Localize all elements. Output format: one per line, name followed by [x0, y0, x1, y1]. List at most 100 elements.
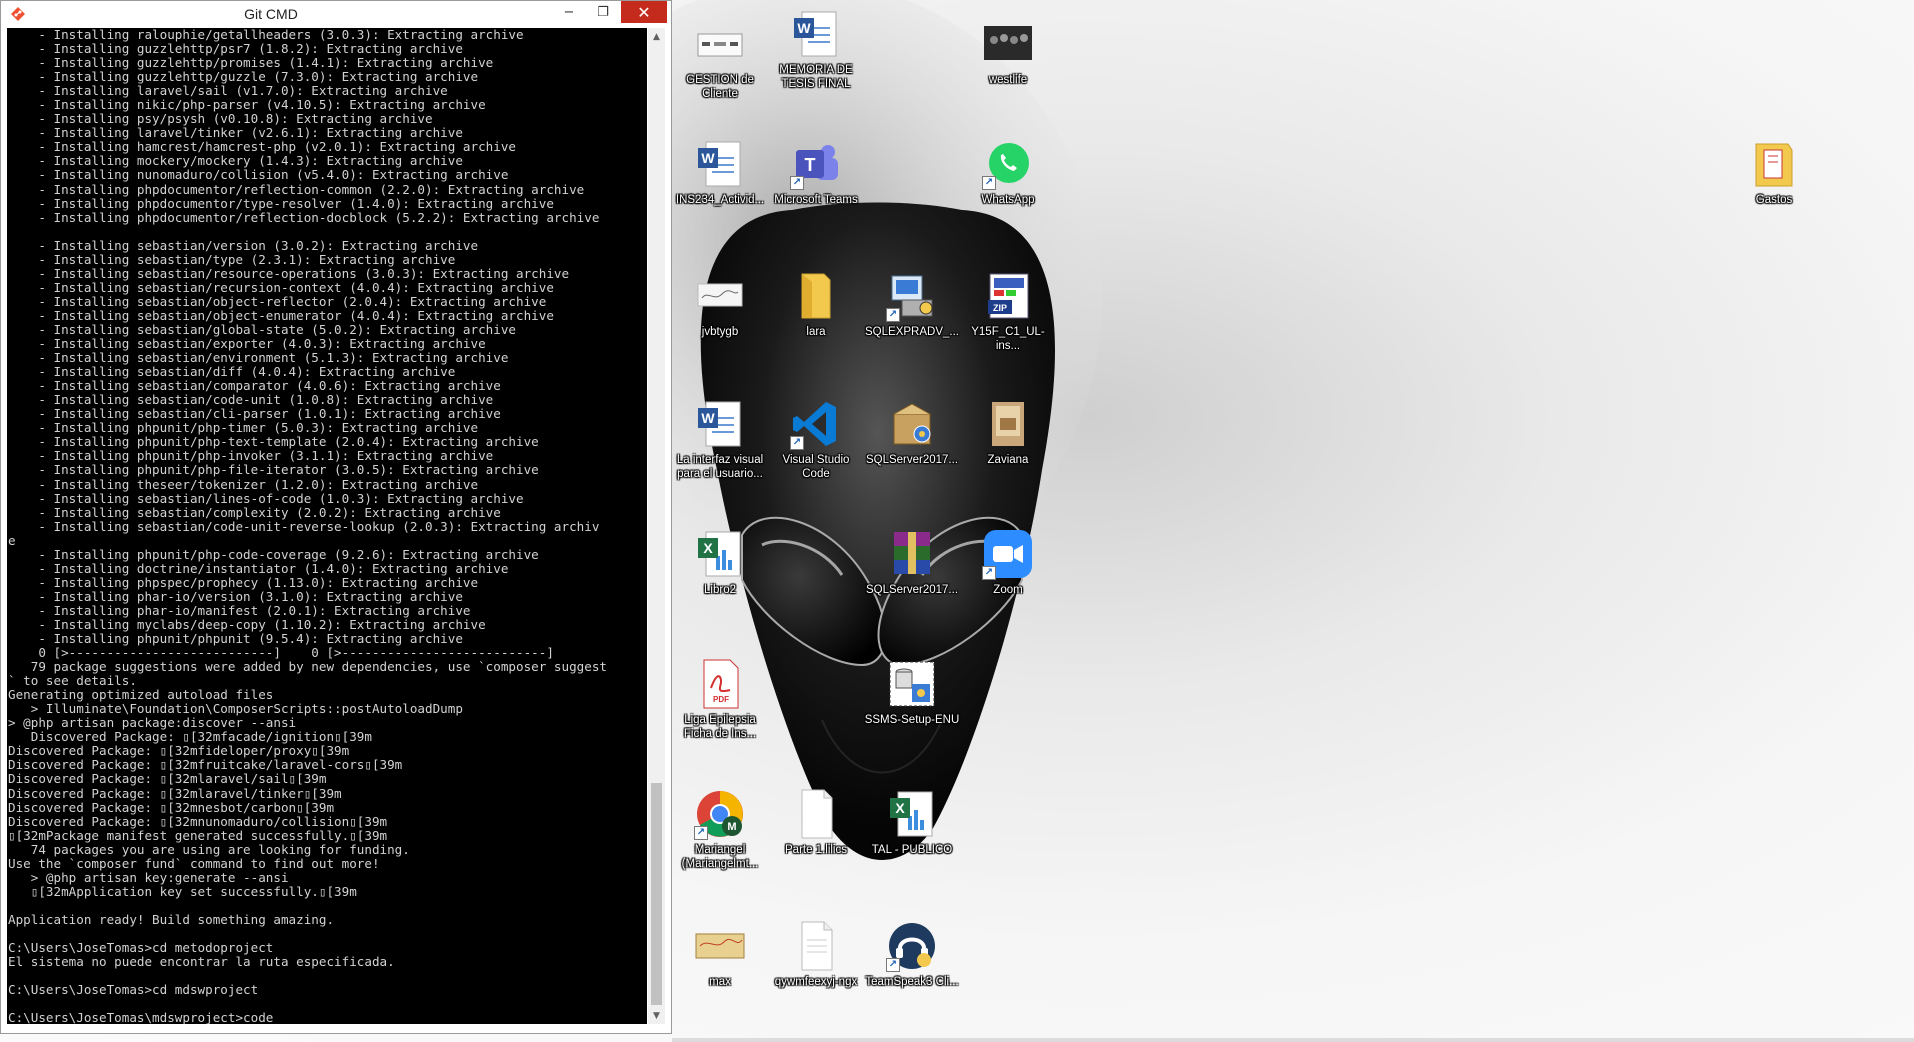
- taskbar-edge: [672, 1038, 1914, 1042]
- pdf-document-icon: PDF: [694, 658, 746, 710]
- installer-icon: ↗: [886, 270, 938, 322]
- desktop-icon-sqlserver2017-b[interactable]: SQLServer2017...: [864, 528, 960, 597]
- desktop-icon-label: MEMORIA DE TESIS FINAL: [779, 64, 853, 90]
- svg-text:W: W: [701, 150, 715, 166]
- desktop-icon-jvbtygb[interactable]: jvbtygb: [672, 270, 768, 339]
- shortcut-arrow-icon: ↗: [982, 176, 996, 190]
- desktop-icon-teamspeak3[interactable]: ↗ TeamSpeak3 Cli...: [864, 920, 960, 989]
- desktop-icon-memoria-de-tesis[interactable]: W MEMORIA DE TESIS FINAL: [768, 8, 864, 91]
- excel-document-icon: X: [694, 528, 746, 580]
- scroll-thumb[interactable]: [651, 783, 662, 1005]
- desktop-icon-westlife[interactable]: westlife: [960, 18, 1056, 87]
- svg-text:W: W: [797, 20, 811, 36]
- desktop-icon-label: Microsoft Teams: [774, 194, 858, 206]
- setup-box-icon: [886, 398, 938, 450]
- desktop-icon-label: SQLEXPRADV_...: [865, 326, 959, 338]
- scroll-down-arrow-icon[interactable]: ▼: [648, 1007, 665, 1024]
- close-button[interactable]: ✕: [621, 1, 667, 23]
- terminal-output[interactable]: - Installing ralouphie/getallheaders (3.…: [7, 28, 647, 1024]
- minimize-button[interactable]: −: [553, 1, 585, 23]
- word-document-icon: W: [694, 398, 746, 450]
- desktop-icon-whatsapp[interactable]: ↗ WhatsApp: [960, 138, 1056, 207]
- word-document-icon: W: [694, 138, 746, 190]
- desktop-icon-label: INS234_Activid...: [675, 194, 765, 206]
- winrar-archive-icon: [886, 528, 938, 580]
- git-cmd-window[interactable]: Git CMD − ❐ ✕ - Installing ralouphie/get…: [0, 0, 672, 1034]
- desktop-icon-zoom[interactable]: ↗ Zoom: [960, 528, 1056, 597]
- svg-text:X: X: [895, 800, 905, 816]
- blank-document-icon: [790, 920, 842, 972]
- desktop-icon-visual-studio-code[interactable]: ↗ Visual Studio Code: [768, 398, 864, 481]
- desktop-icon-label: Visual Studio Code: [782, 454, 850, 480]
- whatsapp-icon: ↗: [982, 138, 1034, 190]
- desktop-icon-gastos[interactable]: Gastos: [1726, 138, 1822, 207]
- desktop-icon-label: TAL - PUBLICO: [871, 844, 953, 856]
- teamspeak-icon: ↗: [886, 920, 938, 972]
- word-document-icon: W: [790, 8, 842, 60]
- vscode-icon: ↗: [790, 398, 842, 450]
- maximize-button[interactable]: ❐: [587, 1, 619, 23]
- shortcut-arrow-icon: ↗: [790, 176, 804, 190]
- desktop-icon-zaviana[interactable]: Zaviana: [960, 398, 1056, 467]
- scroll-up-arrow-icon[interactable]: ▲: [648, 28, 665, 45]
- desktop-icon-label: La interfaz visual para el usuario...: [676, 454, 764, 480]
- svg-text:ZIP: ZIP: [993, 303, 1007, 313]
- desktop-icon-label: westlife: [988, 74, 1028, 86]
- desktop-icon-label: Y15F_C1_UL-ins...: [971, 326, 1045, 352]
- chrome-icon: M ↗: [694, 788, 746, 840]
- desktop-icon-label: Zoom: [993, 584, 1023, 596]
- svg-text:PDF: PDF: [713, 695, 729, 704]
- image-thumbnail-icon: [694, 270, 746, 322]
- zip-archive-icon: ZIP: [982, 270, 1034, 322]
- desktop-icon-label: WhatsApp: [981, 194, 1035, 206]
- svg-text:T: T: [805, 155, 816, 175]
- zoom-icon: ↗: [982, 528, 1034, 580]
- desktop-icon-label: qywmfeexyj-ngx: [774, 976, 858, 988]
- shortcut-arrow-icon: ↗: [982, 566, 996, 580]
- desktop-icon-gestion-de-cliente[interactable]: GESTION de Cliente: [672, 18, 768, 101]
- desktop-icon-mariangel-chrome[interactable]: M ↗ Mariangel (Mariangelmt...: [672, 788, 768, 871]
- desktop-icon-la-interfaz-visual[interactable]: W La interfaz visual para el usuario...: [672, 398, 768, 481]
- svg-text:W: W: [701, 410, 715, 426]
- folder-icon: [790, 270, 842, 322]
- desktop-icon-label: GESTION de Cliente: [686, 74, 754, 100]
- desktop-icon-qywmfeexyj[interactable]: qywmfeexyj-ngx: [768, 920, 864, 989]
- desktop-icon-lara[interactable]: lara: [768, 270, 864, 339]
- desktop-icon-label: Liga Epilepsia Ficha de Ins...: [683, 714, 757, 740]
- desktop-icon-label: SQLServer2017...: [865, 584, 959, 596]
- desktop-icon-label: SQLServer2017...: [865, 454, 959, 466]
- shortcut-arrow-icon: ↗: [790, 436, 804, 450]
- desktop-icon-label: Gastos: [1755, 194, 1793, 206]
- shortcut-arrow-icon: ↗: [694, 826, 708, 840]
- desktop-icon-ins234[interactable]: W INS234_Activid...: [672, 138, 768, 207]
- desktop-icon-tal-publico[interactable]: X TAL - PUBLICO: [864, 788, 960, 857]
- desktop-icon-sqlexpradv[interactable]: ↗ SQLEXPRADV_...: [864, 270, 960, 339]
- desktop-icon-ssms-setup[interactable]: SSMS-Setup-ENU: [864, 658, 960, 727]
- desktop-icon-label: Zaviana: [987, 454, 1029, 466]
- desktop-icon-sqlserver2017-a[interactable]: SQLServer2017...: [864, 398, 960, 467]
- teams-icon: T ↗: [790, 138, 842, 190]
- vertical-scrollbar[interactable]: ▲ ▼: [648, 28, 665, 1024]
- desktop-icon-label: TeamSpeak3 Cli...: [865, 976, 959, 988]
- desktop-icon-y15f[interactable]: ZIP Y15F_C1_UL-ins...: [960, 270, 1056, 353]
- map-thumbnail-icon: [694, 920, 746, 972]
- desktop-icon-label: max: [709, 976, 731, 988]
- svg-text:X: X: [703, 540, 713, 556]
- desktop-icon-liga-epilepsia[interactable]: PDF Liga Epilepsia Ficha de Ins...: [672, 658, 768, 741]
- desktop-icon-label: lara: [806, 326, 826, 338]
- desktop-icon-max[interactable]: max: [672, 920, 768, 989]
- installer-icon: [886, 658, 938, 710]
- desktop-icon-label: Parte 1.lilics: [785, 844, 847, 856]
- desktop-icon-parte-1[interactable]: Parte 1.lilics: [768, 788, 864, 857]
- svg-text:M: M: [727, 821, 736, 833]
- desktop-icon-label: Mariangel (Mariangelmt...: [681, 844, 759, 870]
- shortcut-arrow-icon: ↗: [886, 958, 900, 972]
- title-bar[interactable]: Git CMD − ❐ ✕: [1, 1, 671, 27]
- desktop-icon-label: jvbtygb: [701, 326, 739, 338]
- document-thumbnail-icon: [694, 18, 746, 70]
- photo-thumbnail-icon: [982, 18, 1034, 70]
- desktop-icon-libro2[interactable]: X Libro2: [672, 528, 768, 597]
- photo-thumbnail-icon: [982, 398, 1034, 450]
- desktop-icon-microsoft-teams[interactable]: T ↗ Microsoft Teams: [768, 138, 864, 207]
- desktop-icon-label: Libro2: [704, 584, 736, 596]
